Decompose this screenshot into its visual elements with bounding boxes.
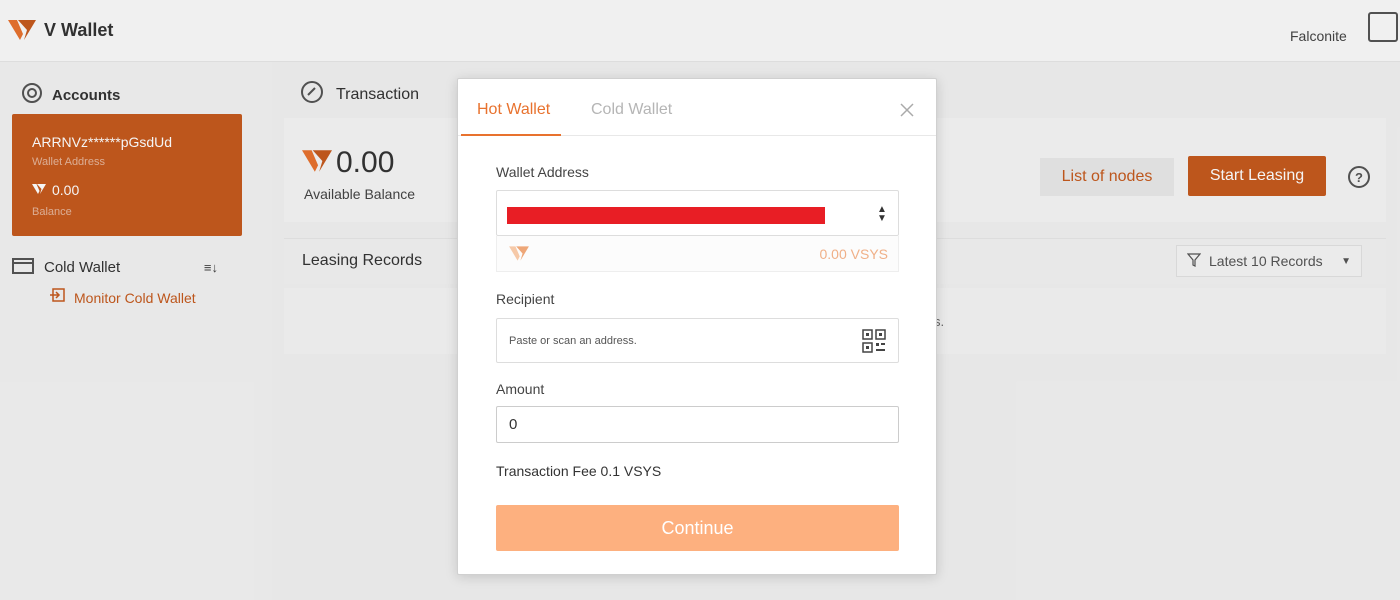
recipient-label: Recipient xyxy=(496,291,555,307)
active-tab-indicator xyxy=(461,134,561,136)
qr-code-icon[interactable] xyxy=(862,329,886,353)
wallet-balance-strip: 0.00 VSYS xyxy=(496,236,899,272)
transaction-fee-text: Transaction Fee 0.1 VSYS xyxy=(496,463,662,479)
continue-button[interactable]: Continue xyxy=(496,505,899,551)
wallet-address-select[interactable]: ▲ ▼ xyxy=(496,190,899,236)
start-leasing-modal: Hot Wallet Cold Wallet Wallet Address ▲ ▼… xyxy=(457,78,937,575)
tab-cold-wallet[interactable]: Cold Wallet xyxy=(591,101,672,119)
tab-hot-wallet[interactable]: Hot Wallet xyxy=(477,101,550,119)
close-icon[interactable] xyxy=(896,99,918,121)
wallet-tabs: Hot Wallet Cold Wallet xyxy=(458,79,936,137)
amount-label: Amount xyxy=(496,381,545,397)
v-logo-icon xyxy=(509,245,529,267)
recipient-input[interactable] xyxy=(496,318,899,363)
amount-input[interactable] xyxy=(496,406,899,443)
redacted-address xyxy=(507,207,825,224)
wallet-address-label: Wallet Address xyxy=(496,164,589,180)
wallet-balance-value: 0.00 VSYS xyxy=(819,246,889,262)
select-caret-icon: ▲ ▼ xyxy=(877,204,887,224)
